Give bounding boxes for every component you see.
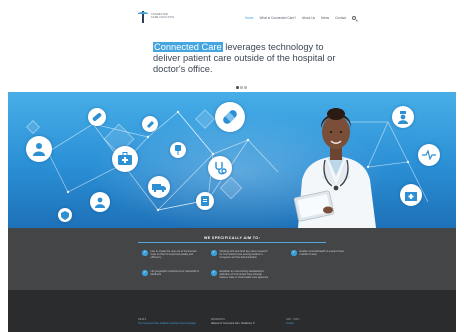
iv-drip-icon: [170, 142, 186, 158]
patient-icon: [26, 136, 52, 162]
logo-line-2: CARE COALITION: [151, 16, 174, 19]
slider-dot[interactable]: [244, 86, 247, 89]
nav-home[interactable]: Home: [245, 16, 254, 20]
site-footer: NEWS The Connected Care Coalition Launch…: [8, 290, 456, 332]
slider-dots: [236, 86, 247, 89]
heart-rate-icon: [418, 144, 440, 166]
nav-what-is-connected-care[interactable]: What is Connected Care?: [260, 16, 297, 20]
aims-section: WE SPECIFICALLY AIM TO: ✓ Use to create …: [8, 228, 456, 290]
aim-text: Lift geographic restrictions for telehea…: [150, 270, 200, 277]
slider-dot[interactable]: [240, 86, 243, 89]
aims-heading: WE SPECIFICALLY AIM TO:: [203, 236, 261, 240]
site-header: CONNECTED CARE COALITION Home What is Co…: [8, 8, 456, 28]
hero-tagline: Connected Care leverages technology to d…: [153, 42, 343, 75]
hero-banner: [8, 92, 456, 228]
footer-info-heading: GET INFO: [286, 318, 300, 321]
aim-text: Establish an overarching standardized de…: [219, 270, 269, 280]
aim-item: ✓ Use to create the new era of Connected…: [142, 250, 202, 260]
aims-divider: [138, 242, 326, 243]
medical-kit-icon: [112, 146, 138, 172]
check-icon: ✓: [142, 270, 148, 276]
bandage-icon: [215, 102, 245, 132]
footer-members-text: Alliance for Connected Care, Healthcare …: [211, 323, 255, 325]
footer-info-column: GET INFO Contact: [286, 318, 356, 326]
nurse-icon: [392, 106, 414, 128]
doctor-avatar-icon: [90, 192, 110, 212]
aim-item: ✓ Working with and brief key Hans resear…: [211, 250, 271, 260]
shield-icon: [58, 208, 72, 222]
aim-text: Working with and brief key Hans research…: [219, 250, 268, 260]
aim-text: Enable rural telehealth to expand Care o…: [299, 250, 344, 257]
check-icon: ✓: [291, 250, 297, 256]
footer-members-column: MEMBERS Alliance for Connected Care, Hea…: [211, 318, 287, 326]
search-icon[interactable]: [352, 16, 357, 20]
hospital-icon: [400, 184, 422, 206]
ambulance-icon: [148, 176, 170, 198]
footer-news-link[interactable]: The Connected Care Coalition Launches Ne…: [138, 323, 208, 326]
check-icon: ✓: [211, 270, 217, 276]
footer-members-heading: MEMBERS: [211, 318, 226, 321]
site-logo[interactable]: CONNECTED CARE COALITION: [138, 10, 174, 24]
aim-text: Use to create the new era of Connected C…: [150, 250, 197, 260]
check-icon: ✓: [211, 250, 217, 256]
footer-news-column: NEWS The Connected Care Coalition Launch…: [138, 318, 208, 326]
nav-news[interactable]: News: [321, 16, 329, 20]
pill-icon: [88, 108, 106, 126]
doctor-photo: [293, 108, 376, 228]
footer-news-heading: NEWS: [138, 318, 147, 321]
check-icon: ✓: [142, 250, 148, 256]
syringe-icon: [142, 116, 158, 132]
hero-highlight: Connected Care: [153, 42, 223, 52]
slider-dot[interactable]: [236, 86, 239, 89]
main-nav: Home What is Connected Care? About Us Ne…: [245, 16, 357, 20]
nav-contact[interactable]: Contact: [335, 16, 346, 20]
stethoscope-icon: [208, 156, 232, 180]
clipboard-icon: [196, 192, 214, 210]
aim-item: ✓ Lift geographic restrictions for teleh…: [142, 270, 202, 276]
nav-about-us[interactable]: About Us: [302, 16, 315, 20]
aim-item: ✓ Establish an overarching standardized …: [211, 270, 271, 280]
logo-caduceus-icon: [138, 10, 148, 24]
footer-contact-link[interactable]: Contact: [286, 323, 356, 326]
aim-item: ✓ Enable rural telehealth to expand Care…: [291, 250, 351, 256]
